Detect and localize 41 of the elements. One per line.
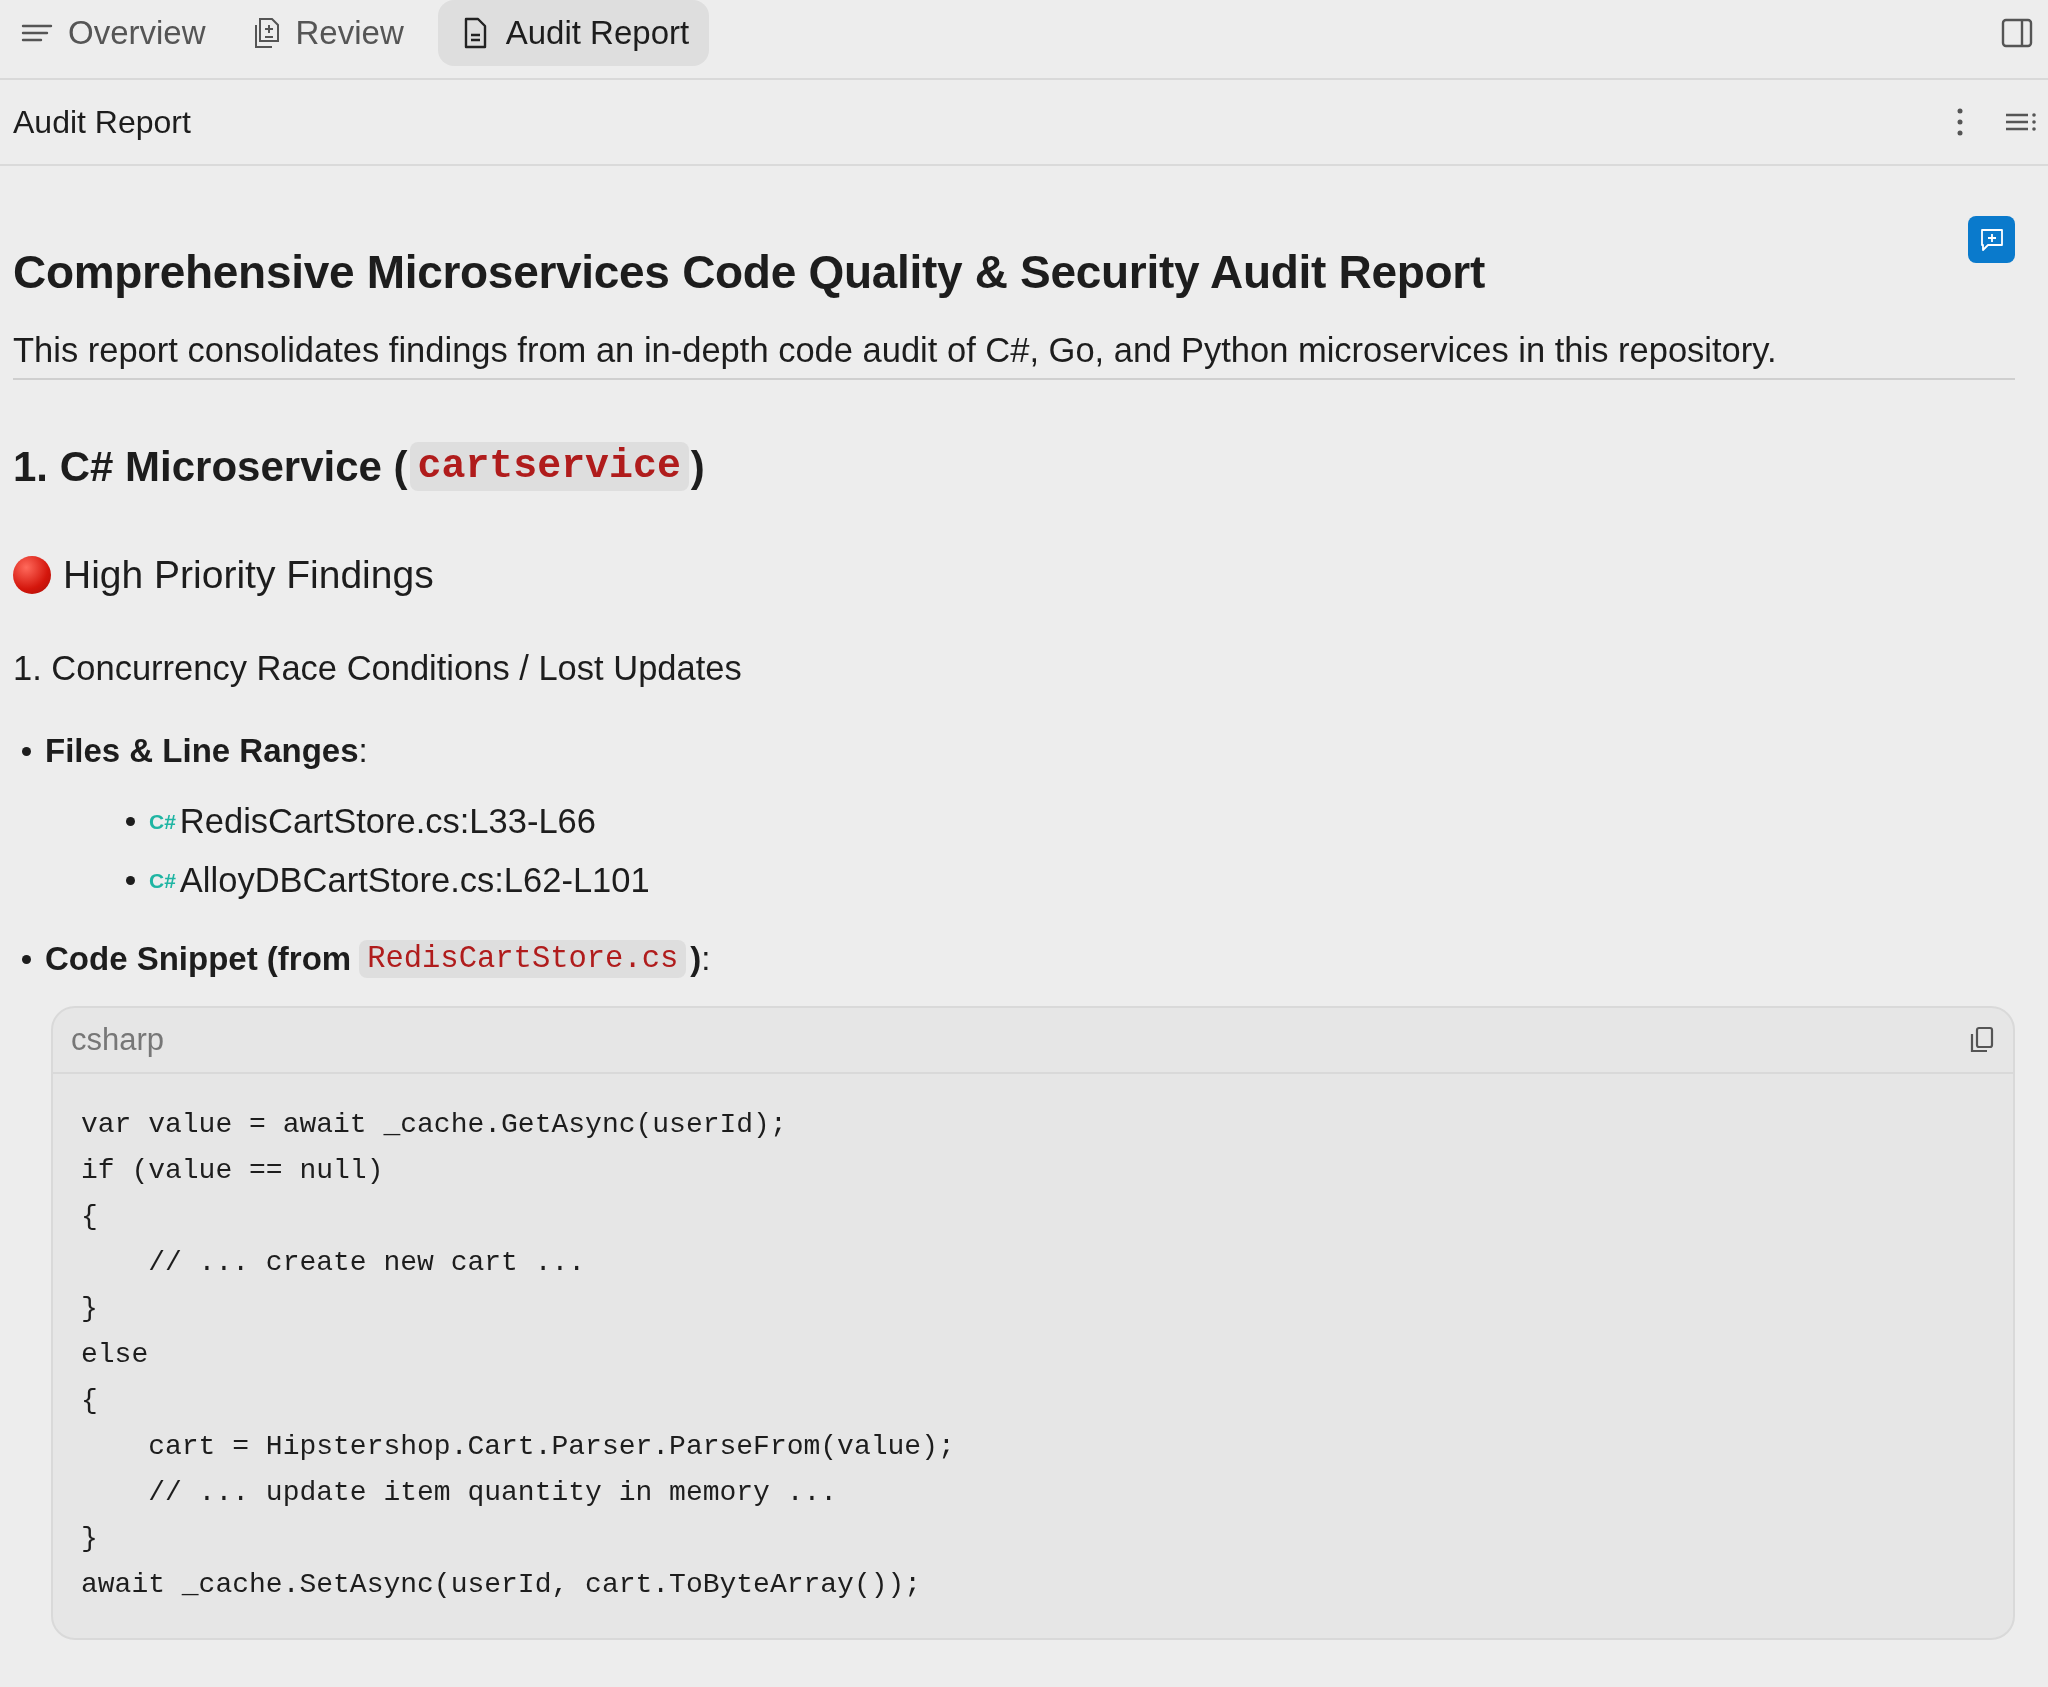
- file-link[interactable]: RedisCartStore.cs:L33-L66: [179, 802, 596, 841]
- sidebar-toggle-icon[interactable]: [2000, 16, 2034, 50]
- file-link[interactable]: AlloyDBCartStore.cs:L62-L101: [179, 861, 650, 900]
- snippet-label: ):: [690, 940, 711, 978]
- report-title: Comprehensive Microservices Code Quality & Security Audit Report: [13, 245, 1486, 299]
- code-language: csharp: [71, 1022, 166, 1058]
- subsection-heading: High Priority Findings: [63, 553, 434, 597]
- code-line: // ... create new cart ...: [147, 1246, 587, 1280]
- inline-code: RedisCartStore.cs: [359, 940, 687, 978]
- bullet-icon: [126, 817, 135, 826]
- code-line: await _cache.SetAsync(userId, cart.ToByteArray());: [81, 1568, 923, 1602]
- intro-paragraph: This report consolidates findings from an in-depth code audit of C#, Go, and Python microservices in this repository.: [13, 331, 2015, 380]
- file-type-icon: C#: [149, 868, 176, 893]
- outline-icon[interactable]: [2004, 110, 2038, 134]
- file-type-icon: C#: [149, 809, 176, 834]
- priority-dot-icon: [13, 556, 51, 594]
- code-line: if (value == null): [81, 1154, 385, 1188]
- bullet-icon: [22, 746, 31, 756]
- code-line: var value = await _cache.GetAsync(userId);: [81, 1108, 788, 1142]
- section-heading: ): [690, 442, 705, 491]
- add-comment-button[interactable]: [1968, 216, 2015, 263]
- code-line: {: [81, 1384, 99, 1418]
- bullet-icon: [22, 954, 31, 964]
- code-line: // ... update item quantity in memory ...: [147, 1476, 839, 1510]
- inline-code: cartservice: [409, 442, 689, 491]
- bullet-icon: [126, 876, 135, 885]
- copy-icon[interactable]: [1969, 1026, 1995, 1054]
- tab[interactable]: Review: [239, 0, 424, 66]
- code-line: else: [81, 1338, 150, 1372]
- comment-plus-icon: [1978, 226, 2005, 253]
- finding-title: 1. Concurrency Race Conditions / Lost Updates: [13, 649, 743, 688]
- tab[interactable]: Overview: [12, 0, 226, 66]
- tab[interactable]: Audit Report: [437, 0, 710, 66]
- panel-title: Audit Report: [13, 103, 192, 141]
- snippet-label: Code Snippet (from: [45, 940, 352, 978]
- files-label: Files & Line Ranges:: [45, 732, 368, 770]
- code-line: }: [81, 1522, 99, 1556]
- code-line: cart = Hipstershop.Cart.Parser.ParseFrom(value);: [147, 1430, 956, 1464]
- code-line: }: [81, 1292, 99, 1326]
- section-heading: 1. C# Microservice (: [13, 442, 408, 491]
- code-line: {: [81, 1200, 99, 1234]
